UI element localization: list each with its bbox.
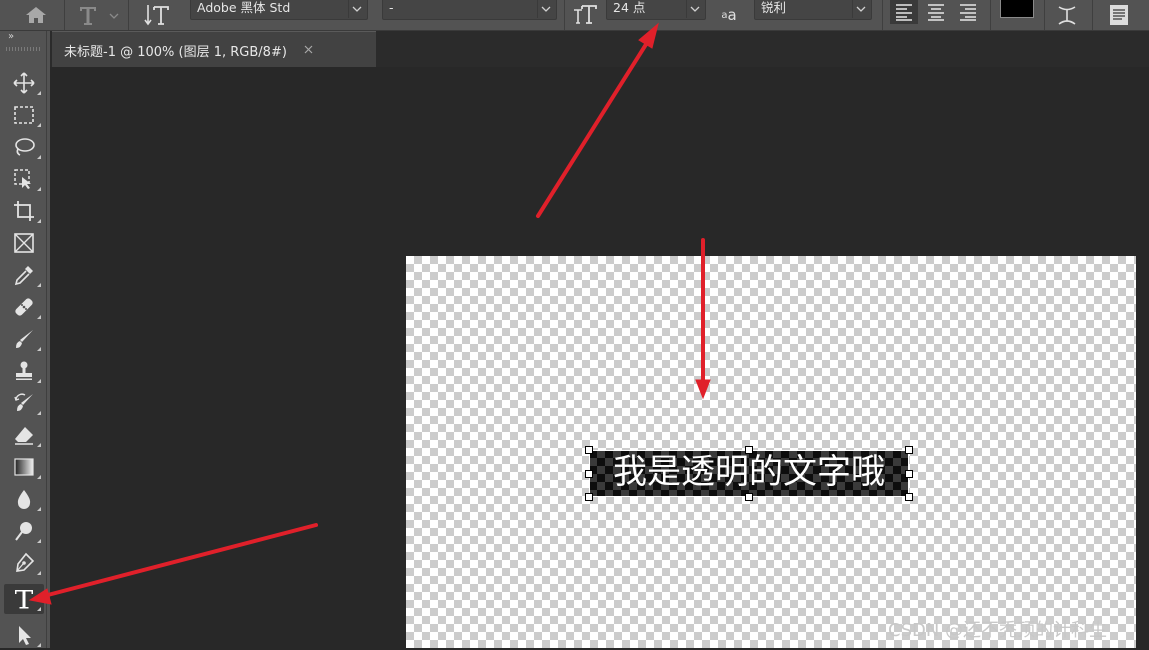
- font-size-select[interactable]: 24 点: [606, 0, 706, 20]
- font-size-icon: [570, 0, 600, 30]
- font-style-select[interactable]: -: [382, 0, 557, 20]
- font-family-select[interactable]: Adobe 黑体 Std: [190, 0, 368, 20]
- transform-handle-bottom[interactable]: [745, 493, 753, 501]
- crop-tool[interactable]: [4, 196, 44, 226]
- anti-alias-value: 锐利: [761, 0, 787, 15]
- history-brush-icon: [14, 393, 33, 411]
- transform-handle-top-right[interactable]: [905, 446, 913, 454]
- history-brush-tool[interactable]: [4, 388, 44, 418]
- frame-tool[interactable]: [4, 228, 44, 258]
- marquee-tool[interactable]: [4, 100, 44, 130]
- move-tool[interactable]: [4, 68, 44, 98]
- eyedropper-icon: [14, 266, 33, 286]
- chevron-down-icon: [852, 0, 869, 18]
- lasso-icon: [15, 138, 35, 156]
- align-center-icon: [928, 4, 944, 21]
- font-size-value: 24 点: [613, 0, 646, 15]
- close-icon[interactable]: [301, 42, 315, 56]
- type-tool[interactable]: [4, 584, 44, 614]
- align-right-icon: [960, 4, 976, 21]
- type-icon: [15, 590, 33, 609]
- move-icon: [13, 72, 35, 94]
- chevron-down-icon: [537, 0, 554, 18]
- align-left-icon: [896, 4, 912, 21]
- dodge-tool[interactable]: [4, 516, 44, 546]
- brush-tool[interactable]: [4, 324, 44, 354]
- align-right-button[interactable]: [954, 0, 982, 24]
- text-color-swatch[interactable]: [1000, 0, 1034, 18]
- document-tab[interactable]: 未标题-1 @ 100% (图层 1, RGB/8#): [52, 31, 376, 67]
- frame-icon: [14, 233, 34, 253]
- collapse-panel-button[interactable]: »: [8, 31, 14, 42]
- healing-brush-tool[interactable]: [4, 292, 44, 322]
- pen-icon: [16, 552, 35, 572]
- path-selection-tool[interactable]: [4, 620, 44, 650]
- healing-brush-icon: [15, 298, 33, 316]
- blur-tool[interactable]: [4, 484, 44, 514]
- gradient-icon: [14, 458, 34, 476]
- dodge-icon: [15, 522, 32, 541]
- clone-stamp-icon: [16, 361, 32, 380]
- transform-handle-bottom-right[interactable]: [905, 493, 913, 501]
- chevron-down-icon: [348, 0, 365, 18]
- eraser-tool[interactable]: [4, 420, 44, 450]
- transform-handle-top[interactable]: [745, 446, 753, 454]
- anti-alias-icon: aa: [721, 6, 737, 24]
- text-layer-bounding-box[interactable]: 我是透明的文字哦: [585, 446, 913, 501]
- brush-icon: [16, 330, 33, 348]
- path-select-icon: [19, 626, 31, 645]
- font-style-value: -: [389, 0, 394, 15]
- watermark: CSDN @还不秃顶的计科生: [888, 620, 1108, 641]
- marquee-icon: [14, 106, 34, 124]
- gradient-tool[interactable]: [4, 452, 44, 482]
- character-panel-icon[interactable]: [1104, 0, 1134, 30]
- transform-handle-top-left[interactable]: [585, 446, 593, 454]
- text-orientation-icon[interactable]: [140, 0, 174, 30]
- crop-icon: [14, 201, 34, 221]
- document-tab-title: 未标题-1 @ 100% (图层 1, RGB/8#): [64, 45, 287, 60]
- font-family-value: Adobe 黑体 Std: [197, 0, 291, 15]
- transform-handle-left[interactable]: [585, 470, 593, 478]
- type-tool-preset-icon[interactable]: [72, 0, 122, 30]
- align-center-button[interactable]: [922, 0, 950, 24]
- panel-grip[interactable]: [6, 47, 40, 51]
- document-tab-bar: 未标题-1 @ 100% (图层 1, RGB/8#): [50, 31, 1149, 67]
- lasso-tool[interactable]: [4, 132, 44, 162]
- eraser-icon: [15, 427, 33, 445]
- transform-handle-bottom-left[interactable]: [585, 493, 593, 501]
- pen-tool[interactable]: [4, 548, 44, 578]
- clone-stamp-tool[interactable]: [4, 356, 44, 386]
- eyedropper-tool[interactable]: [4, 260, 44, 290]
- align-left-button[interactable]: [890, 0, 918, 24]
- object-select-icon: [14, 169, 31, 189]
- object-selection-tool[interactable]: [4, 164, 44, 194]
- chevron-down-icon: [686, 0, 703, 18]
- blur-icon: [17, 490, 31, 509]
- warp-text-icon[interactable]: [1054, 0, 1080, 30]
- arrow-to-type-tool: [28, 523, 318, 605]
- transform-handle-right[interactable]: [905, 470, 913, 478]
- options-bar: Adobe 黑体 Std - 24 点 aa 锐利: [0, 0, 1149, 31]
- tools-panel: »: [0, 31, 50, 648]
- home-icon[interactable]: [18, 0, 54, 30]
- anti-alias-select[interactable]: 锐利: [754, 0, 872, 20]
